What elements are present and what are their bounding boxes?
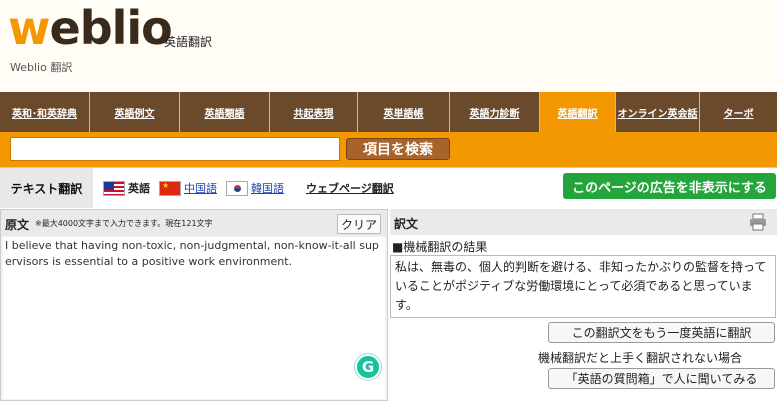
weblio-logo[interactable]: weblio: [8, 2, 173, 54]
korea-flag-icon: [226, 180, 248, 196]
tab-text-translation[interactable]: テキスト翻訳: [0, 168, 93, 208]
site-header: weblio 英語翻訳 Weblio 翻訳: [0, 0, 777, 92]
result-heading: ■機械翻訳の結果: [392, 240, 488, 254]
nav-item-thesaurus[interactable]: 英語類語: [180, 92, 270, 132]
main-nav: 英和･和英辞典 英語例文 英語類語 共起表現 英単語帳 英語力診断 英語翻訳 オ…: [0, 92, 777, 132]
source-textarea[interactable]: I believe that having non-toxic, non-jud…: [3, 237, 385, 399]
us-flag-icon: [103, 180, 125, 196]
site-subtitle: Weblio 翻訳: [10, 61, 73, 74]
print-icon[interactable]: [749, 213, 767, 231]
fallback-note: 機械翻訳だと上手く翻訳されない場合: [538, 351, 743, 365]
china-flag-icon: [159, 180, 181, 196]
search-button[interactable]: 項目を検索: [346, 138, 450, 160]
result-panel-header: 訳文: [390, 209, 777, 235]
result-label: 訳文: [394, 217, 419, 231]
nav-item-wordbook[interactable]: 英単語帳: [358, 92, 450, 132]
tab-webpage-translation[interactable]: ウェブページ翻訳: [306, 168, 394, 208]
nav-item-collocations[interactable]: 共起表現: [270, 92, 358, 132]
tab-english[interactable]: 英語: [103, 168, 150, 208]
ask-question-box-button[interactable]: 「英語の質問箱」で人に聞いてみる: [548, 368, 775, 389]
hide-ads-button[interactable]: このページの広告を非表示にする: [563, 173, 776, 199]
search-input[interactable]: [10, 137, 340, 161]
tab-chinese[interactable]: 中国語: [159, 168, 217, 208]
source-label: 原文: [5, 218, 30, 232]
tab-korean[interactable]: 韓国語: [226, 168, 284, 208]
nav-item-example-sentences[interactable]: 英語例文: [90, 92, 180, 132]
nav-item-dictionary[interactable]: 英和･和英辞典: [0, 92, 90, 132]
clear-button[interactable]: クリア: [337, 214, 381, 234]
logo-subtitle: 英語翻訳: [164, 35, 213, 49]
grammarly-icon[interactable]: G: [355, 354, 381, 380]
nav-item-turbo[interactable]: ターボ: [700, 92, 777, 132]
source-panel-header: 原文 ※最大4000文字まで入力できます。現在121文字 クリア: [1, 210, 387, 236]
nav-item-online-conversation[interactable]: オンライン英会話: [616, 92, 700, 132]
retranslate-button[interactable]: この翻訳文をもう一度英語に翻訳: [548, 322, 775, 343]
translation-result: 私は、無毒の、個人的判断を避ける、非知ったかぶりの監督を持っていることがポジティ…: [390, 255, 776, 318]
nav-item-translation[interactable]: 英語翻訳: [540, 92, 616, 132]
source-panel: 原文 ※最大4000文字まで入力できます。現在121文字 クリア I belie…: [0, 209, 388, 401]
character-limit-note: ※最大4000文字まで入力できます。現在121文字: [35, 219, 213, 228]
nav-item-english-test[interactable]: 英語力診断: [450, 92, 540, 132]
search-bar: 項目を検索: [0, 132, 777, 167]
